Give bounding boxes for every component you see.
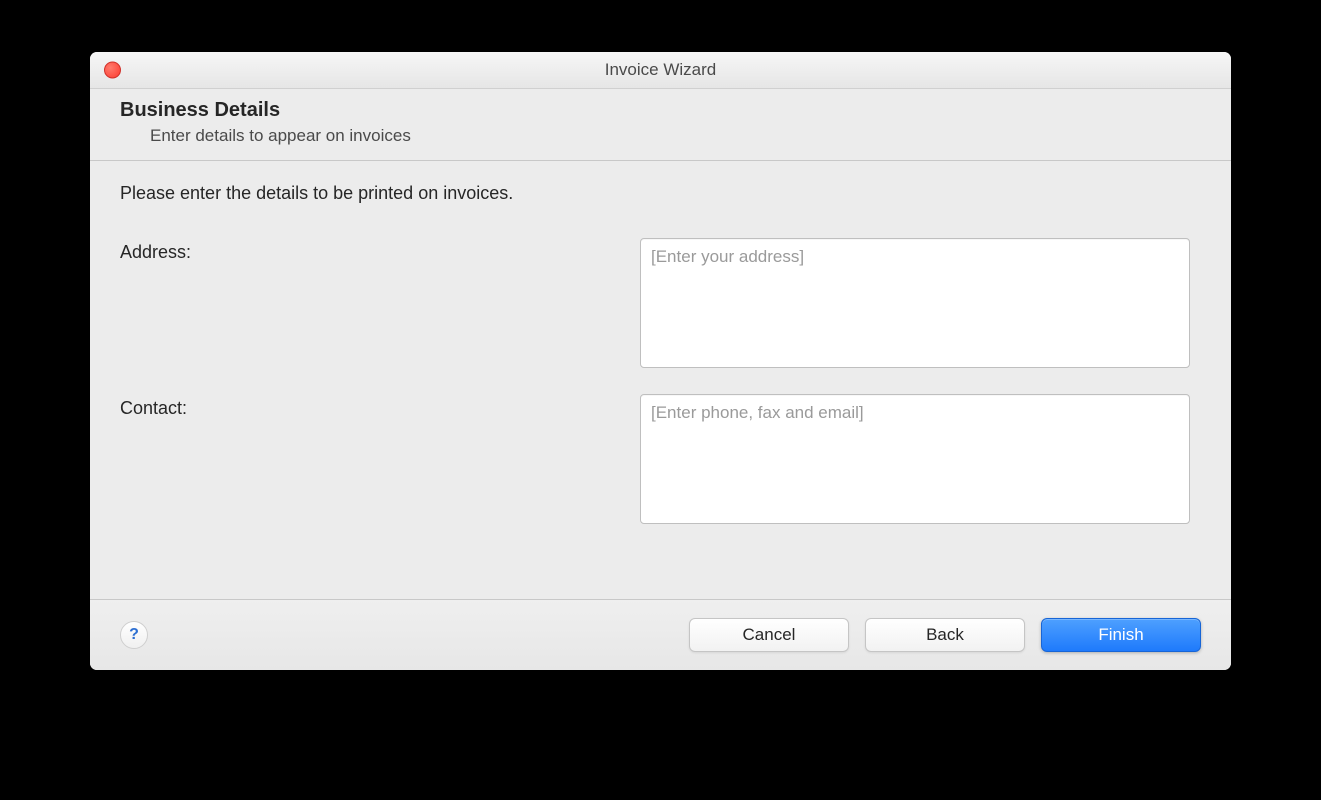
address-row: Address:	[120, 238, 1201, 368]
contact-row: Contact:	[120, 394, 1201, 524]
help-symbol: ?	[129, 626, 139, 644]
invoice-wizard-window: Invoice Wizard Business Details Enter de…	[90, 52, 1231, 670]
cancel-button[interactable]: Cancel	[689, 618, 849, 652]
address-label: Address:	[120, 238, 640, 263]
back-button[interactable]: Back	[865, 618, 1025, 652]
finish-button[interactable]: Finish	[1041, 618, 1201, 652]
window-title: Invoice Wizard	[90, 60, 1231, 80]
address-input[interactable]	[640, 238, 1190, 368]
titlebar: Invoice Wizard	[90, 52, 1231, 89]
page-heading: Business Details	[120, 99, 1201, 122]
help-icon[interactable]: ?	[120, 621, 148, 649]
page-subheading: Enter details to appear on invoices	[150, 126, 1201, 146]
contact-label: Contact:	[120, 394, 640, 419]
wizard-header: Business Details Enter details to appear…	[90, 89, 1231, 161]
wizard-body: Please enter the details to be printed o…	[90, 161, 1231, 599]
wizard-footer: ? Cancel Back Finish	[90, 599, 1231, 670]
close-icon[interactable]	[104, 62, 121, 79]
contact-input[interactable]	[640, 394, 1190, 524]
prompt-text: Please enter the details to be printed o…	[120, 183, 1201, 204]
